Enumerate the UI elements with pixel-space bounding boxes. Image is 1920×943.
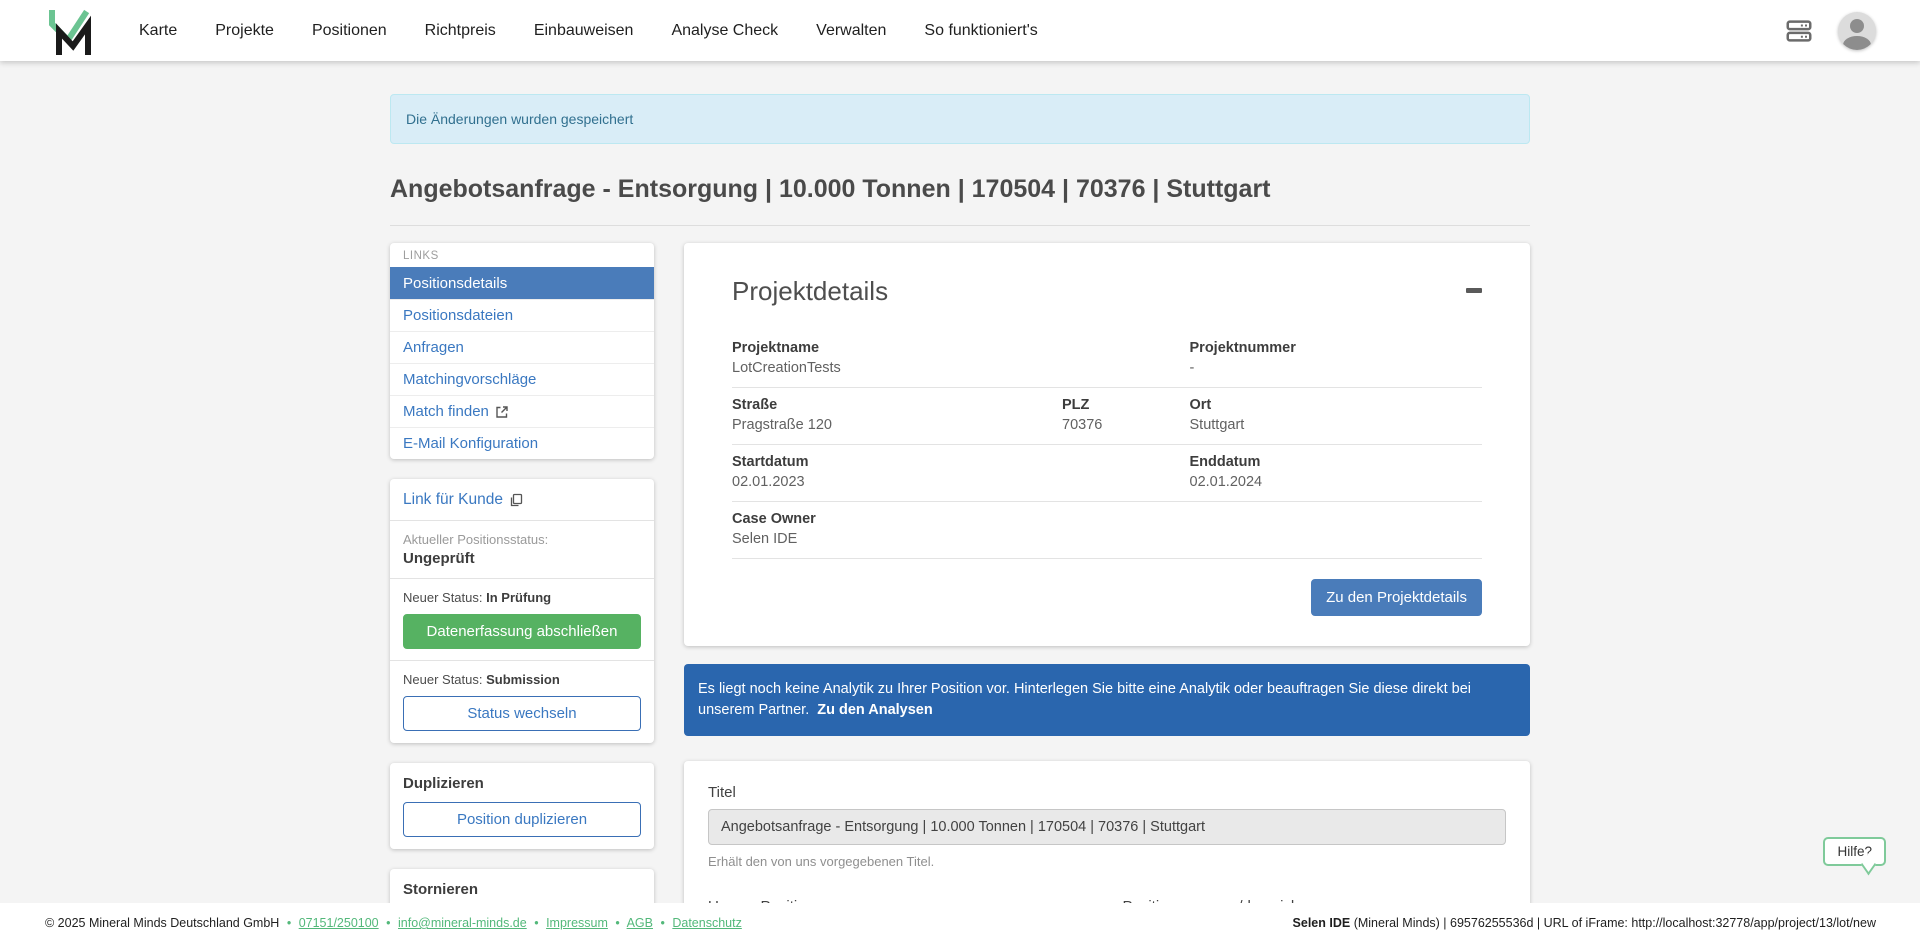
- nav-item-karte[interactable]: Karte: [139, 22, 177, 40]
- complete-data-entry-button[interactable]: Datenerfassung abschließen: [403, 614, 641, 649]
- switch-status-button[interactable]: Status wechseln: [403, 696, 641, 731]
- footer-left: © 2025 Mineral Minds Deutschland GmbH • …: [45, 916, 742, 930]
- footer-impressum-link[interactable]: Impressum: [546, 916, 608, 930]
- help-button[interactable]: Hilfe?: [1823, 837, 1886, 866]
- duplicate-card-title: Duplizieren: [403, 775, 641, 792]
- nav-item-verwalten[interactable]: Verwalten: [816, 22, 886, 40]
- customer-link[interactable]: Link für Kunde: [403, 491, 524, 509]
- footer: © 2025 Mineral Minds Deutschland GmbH • …: [0, 903, 1920, 943]
- user-avatar[interactable]: [1838, 12, 1876, 50]
- new-status-line-2: Neuer Status: Submission: [403, 672, 641, 687]
- footer-copyright: © 2025 Mineral Minds Deutschland GmbH: [45, 916, 279, 930]
- detail-row-name-number: Projektname LotCreationTests Projektnumm…: [732, 331, 1482, 388]
- nav-item-projekte[interactable]: Projekte: [215, 22, 274, 40]
- nav-item-richtpreis[interactable]: Richtpreis: [425, 22, 496, 40]
- footer-datenschutz-link[interactable]: Datenschutz: [672, 916, 741, 930]
- divider: [390, 660, 654, 661]
- links-card-header: LINKS: [390, 243, 654, 267]
- nav-item-analyse-check[interactable]: Analyse Check: [671, 22, 778, 40]
- top-navbar: Karte Projekte Positionen Richtpreis Ein…: [0, 0, 1920, 61]
- case-owner-value: Selen IDE: [732, 531, 1482, 547]
- collapse-minus-icon[interactable]: [1466, 288, 1482, 293]
- nav-links: Karte Projekte Positionen Richtpreis Ein…: [139, 22, 1784, 40]
- nav-item-einbauweisen[interactable]: Einbauweisen: [534, 22, 634, 40]
- detail-row-dates: Startdatum 02.01.2023 Enddatum 02.01.202…: [732, 445, 1482, 502]
- divider: [390, 520, 654, 521]
- enddatum-value: 02.01.2024: [1190, 474, 1483, 490]
- duplicate-card: Duplizieren Position duplizieren: [390, 763, 654, 849]
- page-title: Angebotsanfrage - Entsorgung | 10.000 To…: [390, 175, 1530, 226]
- projektname-value: LotCreationTests: [732, 360, 1190, 376]
- plz-value: 70376: [1062, 417, 1190, 433]
- footer-phone-link[interactable]: 07151/250100: [299, 916, 379, 930]
- titel-help: Erhält den von uns vorgegebenen Titel.: [708, 854, 1506, 869]
- saved-alert-text: Die Änderungen wurden gespeichert: [406, 111, 633, 127]
- sidebar-item-anfragen[interactable]: Anfragen: [390, 331, 654, 363]
- nav-item-so-funktionierts[interactable]: So funktioniert's: [924, 22, 1037, 40]
- copy-icon: [509, 493, 524, 508]
- new-status-line-1: Neuer Status: In Prüfung: [403, 590, 641, 605]
- go-to-project-details-button[interactable]: Zu den Projektdetails: [1311, 579, 1482, 616]
- detail-row-case-owner: Case Owner Selen IDE: [732, 502, 1482, 559]
- external-link-icon: [495, 405, 509, 419]
- ort-value: Stuttgart: [1190, 417, 1483, 433]
- footer-session-info: Selen IDE (Mineral Minds) | 69576255536d…: [1293, 916, 1876, 930]
- saved-alert: Die Änderungen wurden gespeichert: [390, 94, 1530, 144]
- footer-agb-link[interactable]: AGB: [627, 916, 653, 930]
- project-details-card: Projektdetails Projektname LotCreationTe…: [684, 243, 1530, 646]
- mineral-minds-logo-icon[interactable]: [45, 7, 93, 55]
- analytics-banner-text: Es liegt noch keine Analytik zu Ihrer Po…: [698, 681, 1471, 718]
- cancel-card-title: Stornieren: [403, 881, 641, 898]
- sidebar-item-positionsdateien[interactable]: Positionsdateien: [390, 299, 654, 331]
- status-card: Link für Kunde Aktueller Positionsstatus…: [390, 479, 654, 743]
- strasse-value: Pragstraße 120: [732, 417, 1062, 433]
- nav-item-positionen[interactable]: Positionen: [312, 22, 387, 40]
- current-status-label: Aktueller Positionsstatus:: [403, 532, 641, 547]
- startdatum-value: 02.01.2023: [732, 474, 1190, 490]
- divider: [390, 578, 654, 579]
- project-details-title: Projektdetails: [732, 276, 888, 307]
- sidebar: LINKS Positionsdetails Positionsdateien …: [390, 243, 654, 943]
- go-to-analyses-link[interactable]: Zu den Analysen: [817, 702, 932, 718]
- analytics-banner: Es liegt noch keine Analytik zu Ihrer Po…: [684, 664, 1530, 736]
- links-card: LINKS Positionsdetails Positionsdateien …: [390, 243, 654, 459]
- current-status-value: Ungeprüft: [403, 550, 641, 567]
- titel-label: Titel: [708, 784, 1506, 801]
- sidebar-item-matchingvorschlaege[interactable]: Matchingvorschläge: [390, 363, 654, 395]
- sidebar-item-email-konfiguration[interactable]: E-Mail Konfiguration: [390, 427, 654, 459]
- detail-row-address: Straße Pragstraße 120 PLZ 70376 Ort Stut…: [732, 388, 1482, 445]
- projektnummer-value: -: [1190, 360, 1483, 376]
- titel-input: [708, 809, 1506, 845]
- footer-email-link[interactable]: info@mineral-minds.de: [398, 916, 527, 930]
- sidebar-item-positionsdetails[interactable]: Positionsdetails: [390, 267, 654, 299]
- avatar-person-icon: [1850, 19, 1864, 33]
- main-content: Projektdetails Projektname LotCreationTe…: [684, 243, 1530, 943]
- server-icon[interactable]: [1784, 16, 1814, 46]
- duplicate-position-button[interactable]: Position duplizieren: [403, 802, 641, 837]
- sidebar-item-match-finden[interactable]: Match finden: [390, 395, 654, 427]
